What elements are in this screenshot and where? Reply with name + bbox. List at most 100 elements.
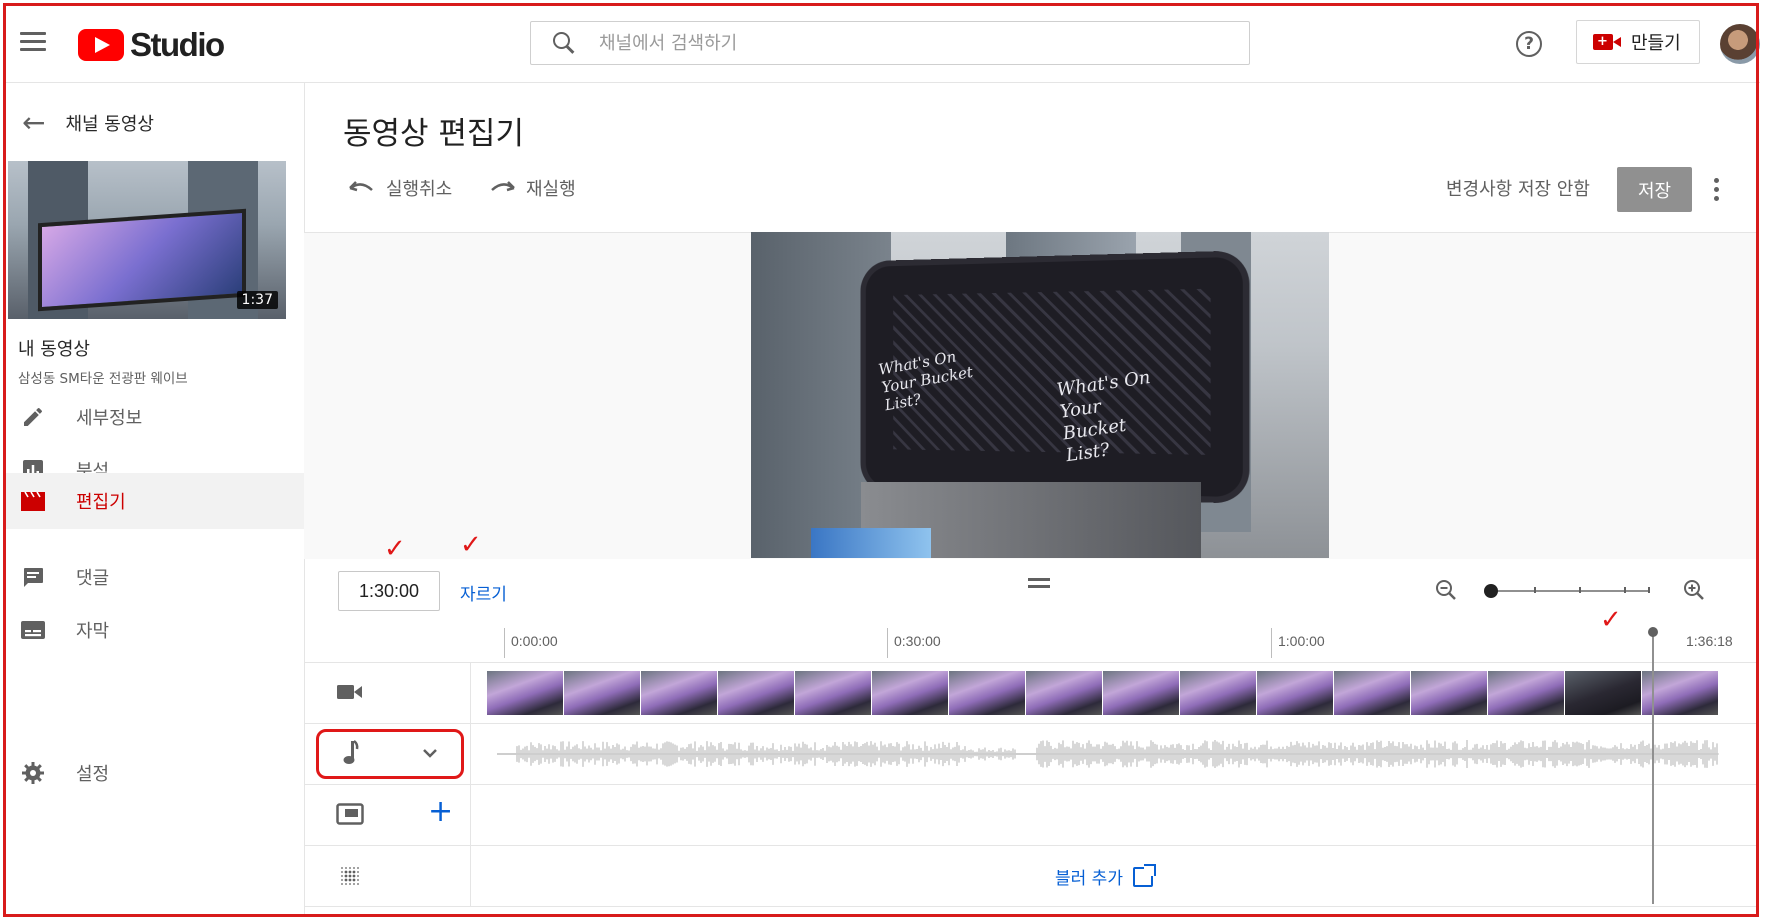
sidebar-item-subtitles[interactable]: 자막: [6, 602, 304, 658]
zoom-tick: [1579, 587, 1581, 593]
sidebar-item-details[interactable]: 세부정보: [6, 389, 304, 445]
video-preview[interactable]: What's On Your Bucket List? What's On Yo…: [751, 232, 1329, 558]
annotation-check-mark: ✓: [460, 530, 482, 560]
top-bar: Studio ? + 만들기: [6, 6, 1760, 83]
create-button[interactable]: + 만들기: [1576, 20, 1700, 64]
video-track-header: [304, 663, 471, 723]
open-in-new-icon: [1132, 863, 1156, 887]
duration-badge: 1:37: [236, 291, 278, 309]
back-to-channel-videos[interactable]: ← 채널 동영상: [6, 103, 304, 143]
video-frame-thumb: [1180, 671, 1256, 715]
audio-track: [304, 724, 1759, 785]
zoom-slider-track[interactable]: [1490, 590, 1650, 592]
comment-icon: [20, 564, 46, 590]
zoom-tick: [1648, 587, 1650, 593]
add-blur-label: 블러 추가: [1055, 869, 1123, 889]
annotation-check-mark: ✓: [384, 534, 406, 564]
end-screen-track: +: [304, 785, 1759, 846]
subtitles-icon: [20, 617, 46, 643]
video-frame-thumb: [872, 671, 948, 715]
search-input[interactable]: [597, 31, 1161, 55]
ruler-label: 0:00:00: [511, 633, 558, 649]
playhead-time-input[interactable]: 1:30:00: [338, 571, 440, 611]
help-icon[interactable]: ?: [1516, 31, 1542, 57]
video-frame-thumb: [1411, 671, 1487, 715]
redo-icon: [491, 181, 515, 192]
video-thumbnail[interactable]: 1:37: [8, 161, 286, 319]
blur-track-body: 블러 추가: [471, 846, 1759, 906]
annotation-circle: [316, 729, 464, 779]
video-frame-thumb: [1565, 671, 1641, 715]
ruler-label: 0:30:00: [894, 633, 941, 649]
redo-button[interactable]: 재실행: [490, 175, 576, 201]
sidebar-item-editor[interactable]: 편집기: [6, 473, 304, 529]
zoom-out-icon[interactable]: [1434, 578, 1458, 608]
search-box[interactable]: [530, 21, 1250, 65]
add-plus-icon[interactable]: +: [428, 797, 453, 827]
gear-icon: [20, 760, 46, 786]
avatar[interactable]: [1720, 24, 1760, 64]
youtube-play-icon: [78, 29, 124, 61]
sidebar-item-label: 편집기: [76, 492, 126, 513]
sidebar-item-comments[interactable]: 댓글: [6, 549, 304, 605]
page-title: 동영상 편집기: [343, 116, 524, 152]
back-arrow-icon: ←: [22, 106, 46, 139]
video-frame-thumb: [1026, 671, 1102, 715]
create-label: 만들기: [1631, 33, 1681, 54]
undo-button[interactable]: 실행취소: [348, 175, 452, 201]
sidebar-item-settings[interactable]: 설정: [6, 745, 304, 801]
sidebar: ← 채널 동영상 1:37 내 동영상 삼성동 SM타운 전광판 웨이브 세부정…: [6, 83, 305, 917]
video-subtitle: 삼성동 SM타운 전광판 웨이브: [18, 371, 188, 387]
zoom-slider-knob[interactable]: [1484, 584, 1498, 598]
video-frame-thumb: [1103, 671, 1179, 715]
save-button[interactable]: 저장: [1617, 167, 1692, 212]
end-screen-track-body[interactable]: [471, 785, 1759, 845]
annotation-check-mark: ✓: [1600, 605, 1622, 635]
youtube-studio-logo[interactable]: Studio: [78, 26, 225, 63]
back-label: 채널 동영상: [65, 114, 154, 135]
video-frame-thumb: [949, 671, 1025, 715]
trim-button[interactable]: 자르기: [460, 580, 507, 605]
undo-label: 실행취소: [386, 179, 453, 200]
blur-track-header: [304, 846, 471, 906]
video-track: [304, 663, 1759, 724]
playhead-line[interactable]: [1652, 630, 1654, 904]
resize-handle-icon[interactable]: [1028, 578, 1050, 592]
video-frame-thumb: [641, 671, 717, 715]
redo-label: 재실행: [526, 179, 576, 200]
sidebar-item-label: 세부정보: [76, 408, 143, 429]
audio-waveform: [497, 740, 1719, 768]
video-frame-thumb: [1257, 671, 1333, 715]
video-camera-add-icon: +: [1593, 34, 1621, 50]
video-title: 내 동영상: [18, 339, 90, 360]
more-options-icon[interactable]: [1714, 178, 1720, 202]
video-frame-strip[interactable]: [487, 671, 1719, 715]
add-blur-link[interactable]: 블러 추가: [1055, 863, 1156, 889]
audio-track-body[interactable]: [471, 724, 1759, 784]
blur-track: 블러 추가: [304, 846, 1759, 907]
zoom-in-icon[interactable]: [1682, 578, 1706, 608]
end-screen-track-header: +: [304, 785, 471, 845]
ruler-label: 1:00:00: [1278, 633, 1325, 649]
search-icon[interactable]: [553, 32, 575, 54]
ruler-end-label: 1:36:18: [1686, 633, 1733, 649]
video-frame-thumb: [1488, 671, 1564, 715]
end-screen-icon: [336, 803, 364, 825]
menu-icon[interactable]: [20, 32, 46, 52]
timeline-ruler[interactable]: 0:00:00 0:30:00 1:00:00 1:36:18: [304, 626, 1759, 663]
sidebar-item-label: 댓글: [76, 568, 110, 589]
sidebar-item-label: 설정: [76, 764, 110, 785]
video-camera-icon: [337, 685, 362, 699]
zoom-tick: [1534, 587, 1536, 593]
discard-changes-button[interactable]: 변경사항 저장 안함: [1446, 175, 1590, 201]
video-frame-thumb: [487, 671, 563, 715]
billboard-text-right: What's On Your Bucket List?: [1055, 366, 1152, 467]
video-frame-thumb: [718, 671, 794, 715]
playhead-handle[interactable]: [1648, 627, 1658, 637]
blur-dots-icon: [341, 867, 359, 885]
video-frame-thumb: [564, 671, 640, 715]
video-track-body[interactable]: [471, 663, 1759, 723]
sidebar-item-label: 자막: [76, 621, 110, 642]
editor-toolbar: 1:30:00 자르기: [304, 558, 1759, 626]
video-frame-thumb: [795, 671, 871, 715]
